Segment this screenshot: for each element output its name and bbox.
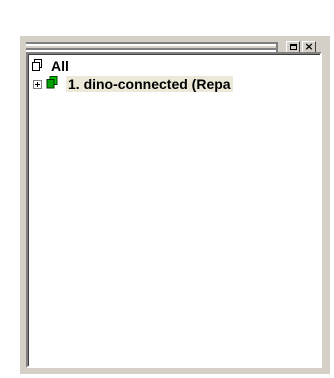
drag-grip[interactable] <box>26 42 276 46</box>
grip-end <box>276 42 278 52</box>
tree-node-dino-connected[interactable]: 1. dino-connected (Repa <box>33 75 233 93</box>
tree-view[interactable]: All 1. dino-connected (Repa <box>26 52 322 368</box>
expand-plus-icon[interactable] <box>33 79 42 89</box>
tree-view-inner: All 1. dino-connected (Repa <box>28 54 320 366</box>
tree-panel: × All 1. dino-connected (Repa <box>20 36 330 374</box>
green-documents-icon <box>46 76 58 92</box>
close-icon: × <box>304 40 314 53</box>
restore-icon <box>289 44 297 50</box>
tree-node-dino-connected-label: 1. dino-connected (Repa <box>66 76 233 92</box>
tree-node-all[interactable]: All <box>31 57 69 75</box>
tree-node-all-label: All <box>51 58 69 74</box>
documents-icon <box>31 58 43 74</box>
